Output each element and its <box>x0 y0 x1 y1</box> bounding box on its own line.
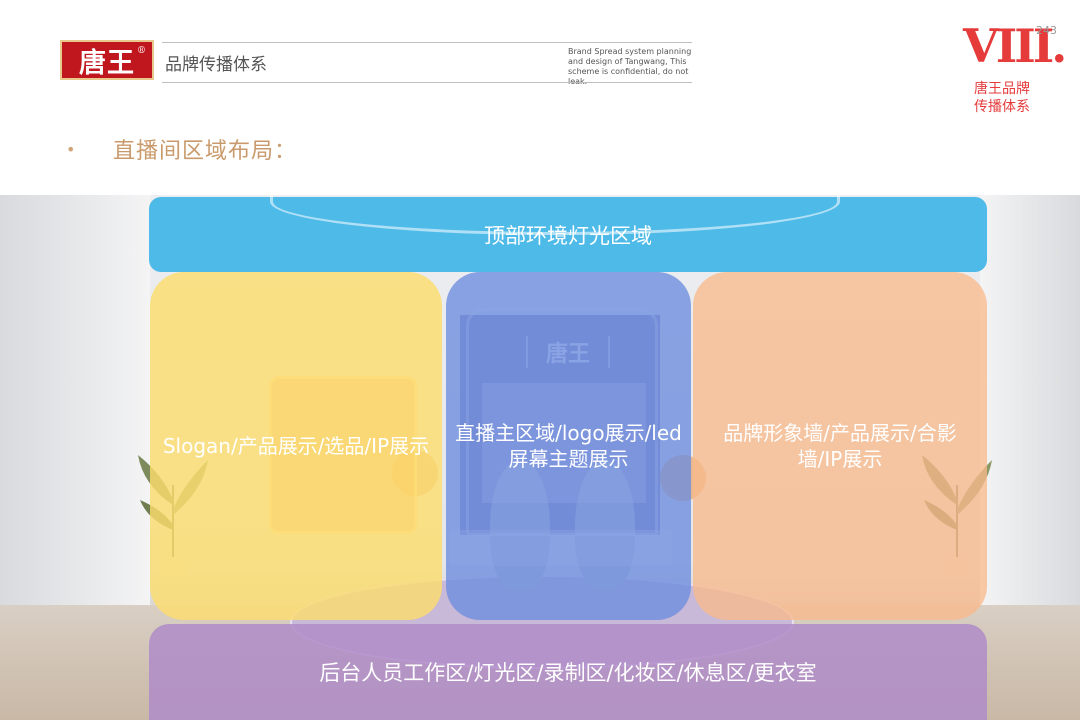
brand-logo-text: 唐王 <box>79 47 135 79</box>
zone-center-label: 直播主区域/logo展示/led屏幕主题展示 <box>455 421 682 471</box>
left-wall <box>0 195 150 615</box>
slide-header: 唐王 ® 品牌传播体系 Brand Spread system planning… <box>0 0 1080 195</box>
registered-mark: ® <box>137 46 147 56</box>
zone-bottom-label: 后台人员工作区/灯光区/录制区/化妆区/休息区/更衣室 <box>319 661 817 685</box>
zone-right-label: 品牌形象墙/产品展示/合影墙/IP展示 <box>723 421 957 471</box>
header-title: 品牌传播体系 <box>165 55 267 75</box>
section-title: 直播间区域布局： <box>113 139 298 164</box>
zone-center-main: 直播主区域/logo展示/led屏幕主题展示 <box>446 272 691 620</box>
page-number: 243 <box>1036 24 1057 37</box>
header-divider-bottom <box>162 82 692 83</box>
zone-left-display: Slogan/产品展示/选品/IP展示 <box>150 272 442 620</box>
zone-bottom-backstage: 后台人员工作区/灯光区/录制区/化妆区/休息区/更衣室 <box>149 624 987 720</box>
right-wall <box>980 195 1080 615</box>
zone-left-label: Slogan/产品展示/选品/IP展示 <box>162 434 430 458</box>
chapter-name: 唐王品牌传播体系 <box>974 81 1030 115</box>
header-description: Brand Spread system planning and design … <box>568 47 692 86</box>
header-divider-top <box>162 42 692 43</box>
section-bullet: • <box>66 140 76 159</box>
brand-logo: 唐王 ® <box>60 40 154 80</box>
zone-right-brand-wall: 品牌形象墙/产品展示/合影墙/IP展示 <box>693 272 987 620</box>
